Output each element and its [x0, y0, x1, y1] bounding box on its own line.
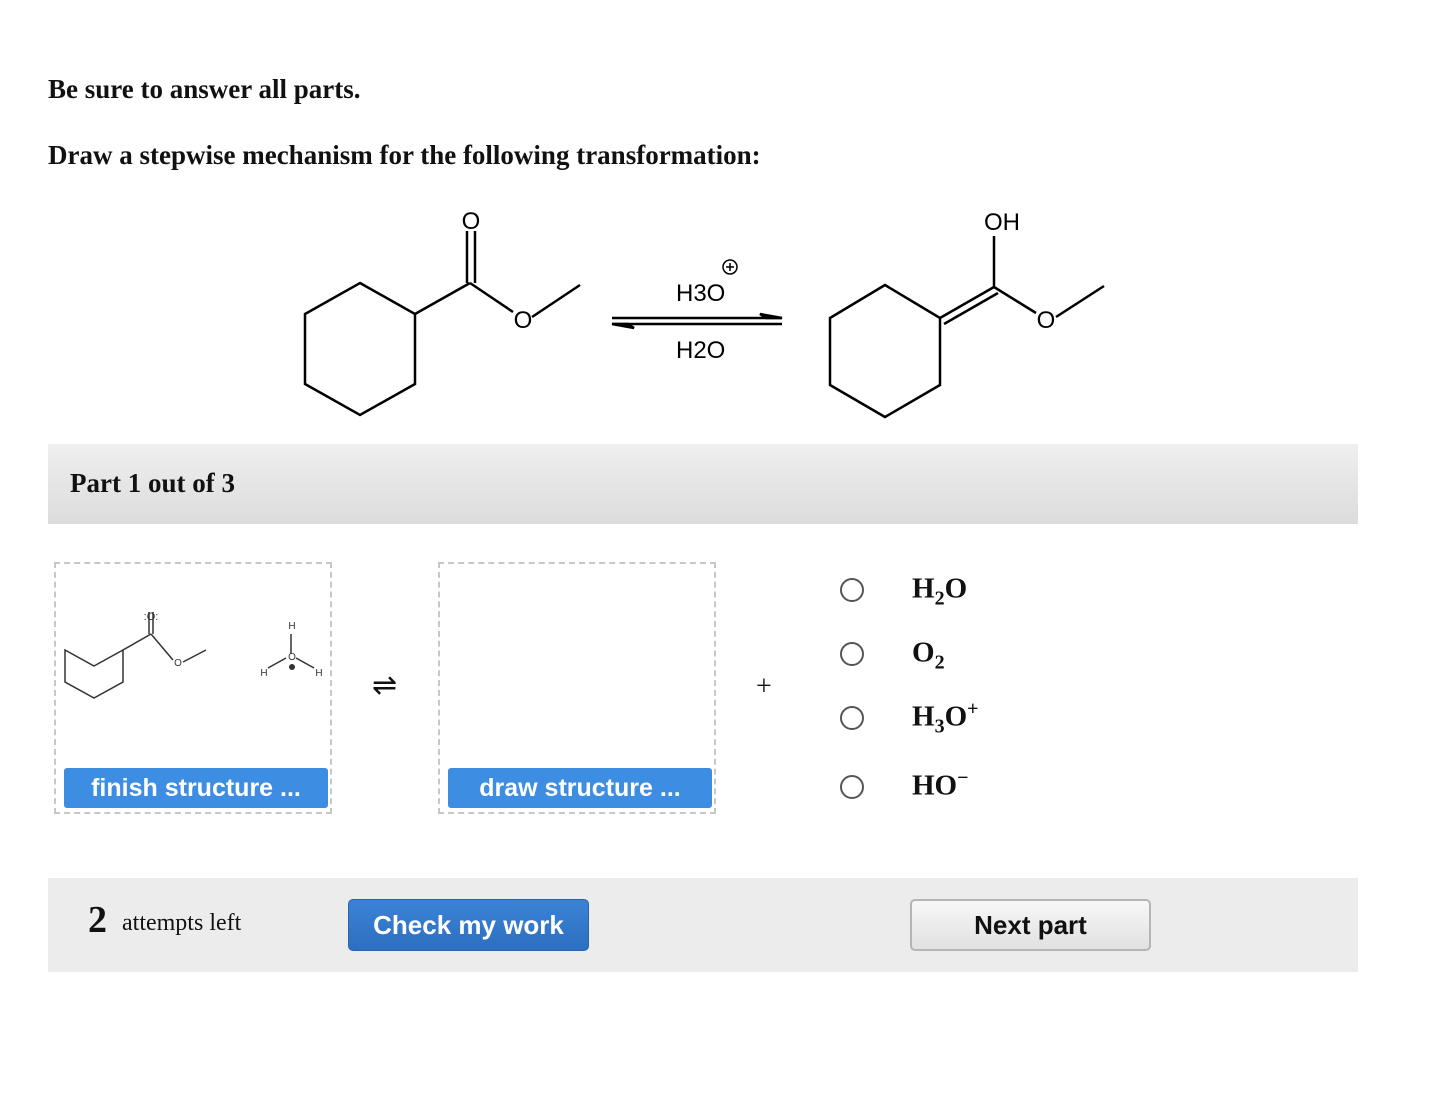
part-title: Part 1 out of 3 — [70, 468, 235, 498]
radio-button[interactable] — [840, 706, 864, 730]
ester-oxygen-label: O — [174, 658, 182, 669]
hydronium-oxygen: O — [288, 652, 296, 663]
part-header: Part 1 out of 3 — [48, 444, 1358, 524]
option-label: HO− — [912, 767, 969, 802]
instruction-sure: Be sure to answer all parts. — [48, 74, 361, 104]
instruction-mechanism: Draw a stepwise mechanism for the follow… — [48, 140, 761, 170]
footer-bar: 2 attempts left Check my work Next part — [48, 878, 1358, 972]
plus-sign: + — [756, 671, 772, 702]
reactant-ring — [303, 281, 417, 417]
hydronium-h-left: H — [260, 668, 267, 679]
reactant-ester-oxygen: O — [514, 307, 533, 334]
reagent-water: H2O — [676, 337, 725, 364]
finish-structure-button[interactable]: finish structure ... — [64, 768, 328, 808]
option-label: O2 — [912, 636, 945, 674]
reaction-scheme: O O H3O H2O OH O — [303, 208, 1105, 419]
reagent-hydronium: H3O — [676, 280, 725, 307]
radio-button[interactable] — [840, 578, 864, 602]
product-ring — [828, 283, 942, 419]
attempts-label: attempts left — [122, 910, 242, 936]
structure-box-reactants[interactable]: :O: O H O H H finish structure ... — [54, 562, 332, 814]
option-label: H2O — [912, 572, 968, 610]
next-part-button[interactable]: Next part — [910, 899, 1151, 951]
structure-box-products[interactable]: draw structure ... — [438, 562, 716, 814]
radio-button[interactable] — [840, 642, 864, 666]
attempts-count: 2 — [88, 899, 107, 941]
reactant-structure-preview: :O: O H O H H — [64, 611, 323, 699]
draw-structure-button[interactable]: draw structure ... — [448, 768, 712, 808]
radio-button[interactable] — [840, 775, 864, 799]
option-label: H3O+ — [912, 698, 979, 738]
hydronium-h-right: H — [315, 668, 322, 679]
product-ester-oxygen: O — [1037, 307, 1056, 334]
product-hydroxyl: OH — [984, 209, 1020, 236]
reactant-carbonyl-oxygen: O — [462, 208, 481, 235]
lone-pair-oxygen: :O: — [144, 611, 159, 623]
hydronium-h-top: H — [288, 621, 295, 632]
check-my-work-button[interactable]: Check my work — [348, 899, 589, 951]
equilibrium-arrows-icon: ⇌ — [372, 668, 398, 703]
